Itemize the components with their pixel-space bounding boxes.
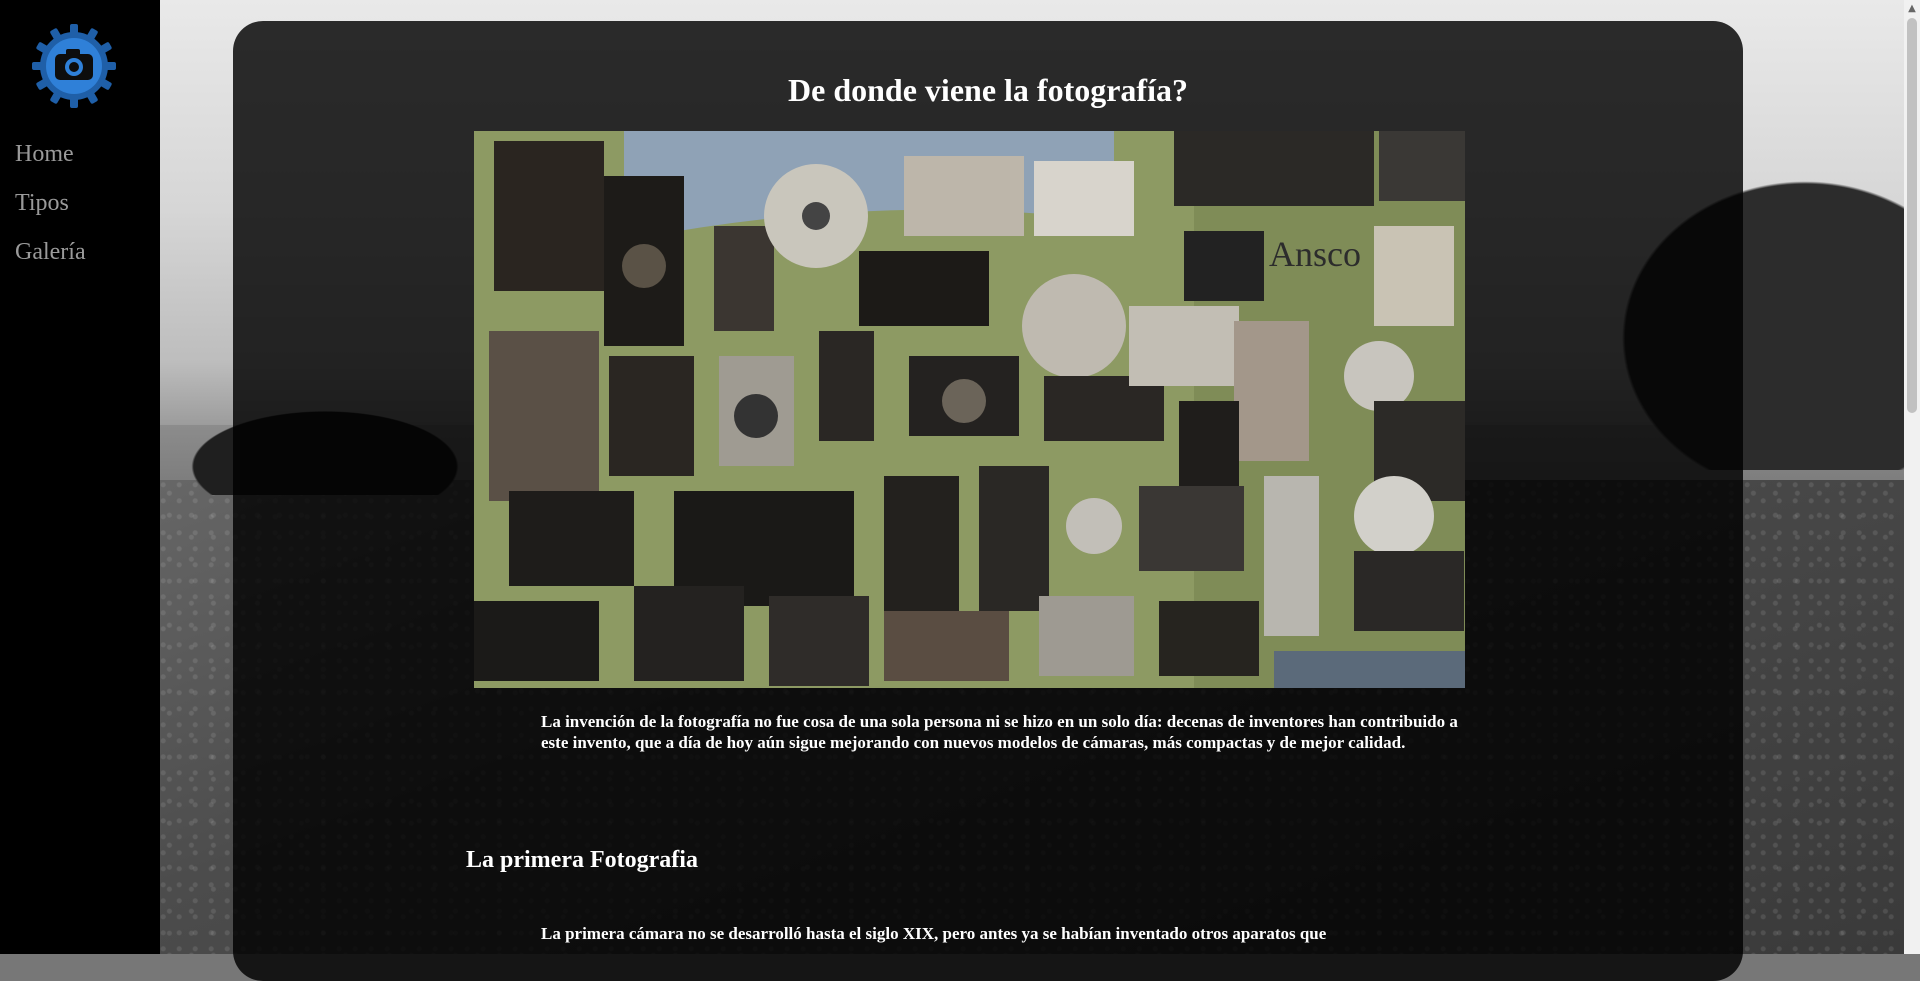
content-card: De donde viene la fotografía? Ansco La i…	[233, 21, 1743, 981]
camera-gear-icon[interactable]	[30, 22, 118, 110]
section-paragraph: La primera cámara no se desarrolló hasta…	[541, 924, 1327, 943]
nav-galeria[interactable]: Galería	[15, 233, 86, 282]
nav-tipos[interactable]: Tipos	[15, 184, 86, 233]
scroll-up-arrow-icon[interactable]: ▲	[1904, 0, 1920, 17]
ansco-label: Ansco	[1269, 234, 1361, 274]
sidebar: Home Tipos Galería	[0, 0, 160, 954]
page-scrollbar[interactable]: ▲	[1904, 0, 1920, 954]
intro-paragraph: La invención de la fotografía no fue cos…	[541, 712, 1458, 752]
section-heading: La primera Fotografia	[466, 847, 698, 873]
main-nav: Home Tipos Galería	[15, 135, 86, 282]
nav-home[interactable]: Home	[15, 135, 86, 184]
scrollbar-thumb[interactable]	[1907, 18, 1917, 413]
page-title: De donde viene la fotografía?	[788, 72, 1188, 108]
vintage-cameras-photo: Ansco	[474, 131, 1465, 688]
